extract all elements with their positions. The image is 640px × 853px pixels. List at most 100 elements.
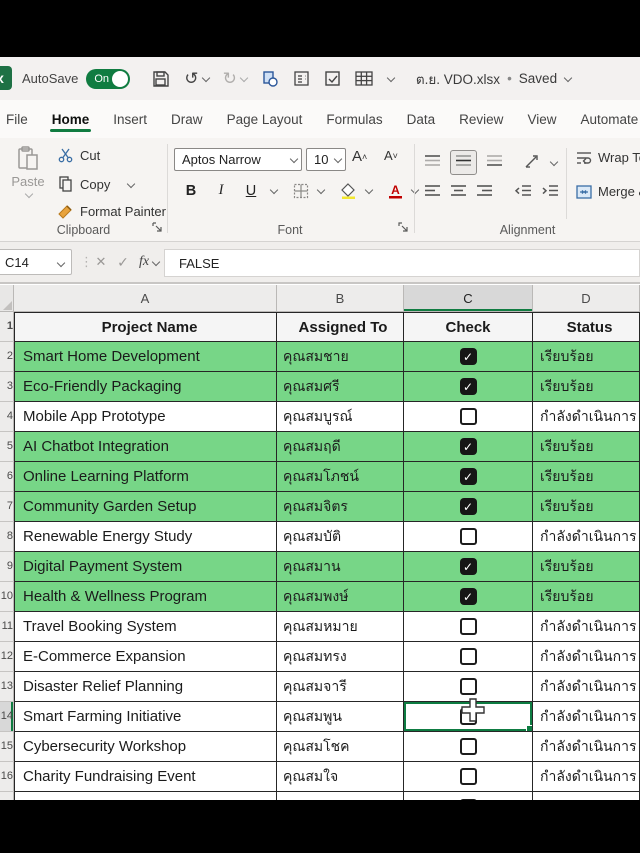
cell-project-name[interactable]: E-Commerce Expansion	[14, 642, 277, 672]
checkbox[interactable]: ✓	[460, 498, 477, 515]
decrease-indent-icon[interactable]	[514, 184, 532, 201]
cell-status[interactable]	[533, 792, 640, 800]
undo-chevron-icon[interactable]	[202, 75, 209, 82]
checkbox[interactable]: ✓	[460, 348, 477, 365]
copy-button[interactable]: Copy	[58, 176, 134, 192]
fill-color-icon[interactable]	[340, 183, 357, 199]
checkbox[interactable]	[460, 738, 477, 755]
select-all-corner[interactable]	[0, 285, 14, 312]
row-header[interactable]: 2	[0, 342, 14, 372]
header-cell[interactable]: Check	[404, 312, 533, 342]
cell-status[interactable]: เรียบร้อย	[533, 552, 640, 582]
checkbox[interactable]	[460, 528, 477, 545]
row-header[interactable]: 3	[0, 372, 14, 402]
checkbox[interactable]: ✓	[460, 438, 477, 455]
cell-status[interactable]: กำลังดำเนินการ	[533, 762, 640, 792]
copy-chevron-icon[interactable]	[127, 181, 134, 188]
cell-check[interactable]: ✓	[404, 372, 533, 402]
column-header-A[interactable]: A	[14, 285, 277, 312]
align-top-icon[interactable]	[424, 154, 441, 171]
cell-status[interactable]: กำลังดำเนินการ	[533, 402, 640, 432]
borders-icon[interactable]	[293, 183, 309, 199]
cell-status[interactable]: กำลังดำเนินการ	[533, 522, 640, 552]
cell-status[interactable]: กำลังดำเนินการ	[533, 732, 640, 762]
column-header-B[interactable]: B	[277, 285, 404, 312]
table-icon[interactable]	[355, 70, 373, 87]
checkbox[interactable]	[460, 408, 477, 425]
checkbox[interactable]	[460, 678, 477, 695]
checkbox[interactable]: ✓	[460, 588, 477, 605]
cancel-button[interactable]: ✕	[90, 249, 112, 275]
cell-check[interactable]	[404, 612, 533, 642]
align-middle-icon[interactable]	[450, 150, 477, 175]
cell-check[interactable]: ✓	[404, 492, 533, 522]
cell-project-name[interactable]: Community Garden Setup	[14, 492, 277, 522]
cell-project-name[interactable]: Disaster Relief Planning	[14, 672, 277, 702]
fill-handle[interactable]	[526, 725, 533, 732]
cell-assigned-to[interactable]: คุณสมพูน	[277, 702, 404, 732]
cell-status[interactable]: เรียบร้อย	[533, 462, 640, 492]
cell-project-name[interactable]: Cybersecurity Workshop	[14, 732, 277, 762]
cell-project-name[interactable]: Health & Wellness Program	[14, 582, 277, 612]
checkbox[interactable]: ✓	[460, 468, 477, 485]
undo-icon[interactable]: ↺	[184, 69, 198, 89]
cell-check[interactable]	[404, 792, 533, 800]
cell-status[interactable]: เรียบร้อย	[533, 372, 640, 402]
cell-project-name[interactable]: Online Learning Platform	[14, 462, 277, 492]
cell-project-name[interactable]: Smart Farming Initiative	[14, 702, 277, 732]
tab-automate[interactable]: Automate	[578, 103, 640, 136]
cell-assigned-to[interactable]: คุณสมจิตร	[277, 492, 404, 522]
cell-assigned-to[interactable]: คุณสมฤดี	[277, 432, 404, 462]
cell-check[interactable]	[404, 402, 533, 432]
cell-assigned-to[interactable]: คุณสมหมาย	[277, 612, 404, 642]
cell-status[interactable]: เรียบร้อย	[533, 432, 640, 462]
cell-check[interactable]: ✓	[404, 552, 533, 582]
cell-project-name[interactable]	[14, 792, 277, 800]
name-box[interactable]: C14	[0, 249, 72, 275]
underline-button[interactable]: U	[240, 183, 262, 199]
cell-check[interactable]	[404, 642, 533, 672]
font-color-icon[interactable]: A	[388, 183, 403, 199]
align-center-icon[interactable]	[450, 184, 467, 201]
qat-overflow-chevron-icon[interactable]	[387, 75, 394, 82]
row-header[interactable]: 17	[0, 792, 14, 800]
cell-project-name[interactable]: Mobile App Prototype	[14, 402, 277, 432]
row-header[interactable]: 10	[0, 582, 14, 612]
redo-icon[interactable]: ↻	[223, 69, 237, 89]
tab-file[interactable]: File	[4, 103, 30, 136]
redo-chevron-icon[interactable]	[240, 75, 247, 82]
cell-project-name[interactable]: Charity Fundraising Event	[14, 762, 277, 792]
header-cell[interactable]: Status	[533, 312, 640, 342]
title-chevron-icon[interactable]	[564, 75, 571, 82]
cell-project-name[interactable]: AI Chatbot Integration	[14, 432, 277, 462]
cell-check[interactable]	[404, 762, 533, 792]
column-header-C[interactable]: C	[404, 285, 533, 312]
formula-input[interactable]: FALSE	[164, 249, 640, 277]
autosave-toggle[interactable]: On	[86, 69, 130, 89]
font-dialog-launcher-icon[interactable]	[398, 220, 408, 235]
format-painter-button[interactable]: Format Painter	[58, 204, 166, 219]
cell-assigned-to[interactable]: คุณสมโชค	[277, 732, 404, 762]
cell-assigned-to[interactable]: คุณสมจารี	[277, 672, 404, 702]
cell-status[interactable]: เรียบร้อย	[533, 582, 640, 612]
excel-logo-icon[interactable]: x	[0, 66, 12, 90]
checkbox[interactable]	[460, 648, 477, 665]
decrease-font-button[interactable]: A˅	[384, 148, 398, 163]
cell-check[interactable]	[404, 732, 533, 762]
clipboard-dialog-launcher-icon[interactable]	[152, 220, 162, 235]
row-header[interactable]: 15	[0, 732, 14, 762]
header-cell[interactable]: Project Name	[14, 312, 277, 342]
cell-check[interactable]: ✓	[404, 582, 533, 612]
cell-assigned-to[interactable]: คุณสมบูรณ์	[277, 402, 404, 432]
merge-center-button[interactable]: Merge & Center	[576, 184, 640, 199]
font-name-combo[interactable]: Aptos Narrow	[174, 148, 302, 171]
row-header[interactable]: 13	[0, 672, 14, 702]
cell-assigned-to[interactable]	[277, 792, 404, 800]
cut-button[interactable]: Cut	[58, 148, 100, 163]
cell-status[interactable]: กำลังดำเนินการ	[533, 642, 640, 672]
cell-check[interactable]	[404, 522, 533, 552]
cell-assigned-to[interactable]: คุณสมาน	[277, 552, 404, 582]
checkbox[interactable]	[460, 768, 477, 785]
paste-options-icon[interactable]	[261, 70, 279, 88]
cell-status[interactable]: กำลังดำเนินการ	[533, 612, 640, 642]
